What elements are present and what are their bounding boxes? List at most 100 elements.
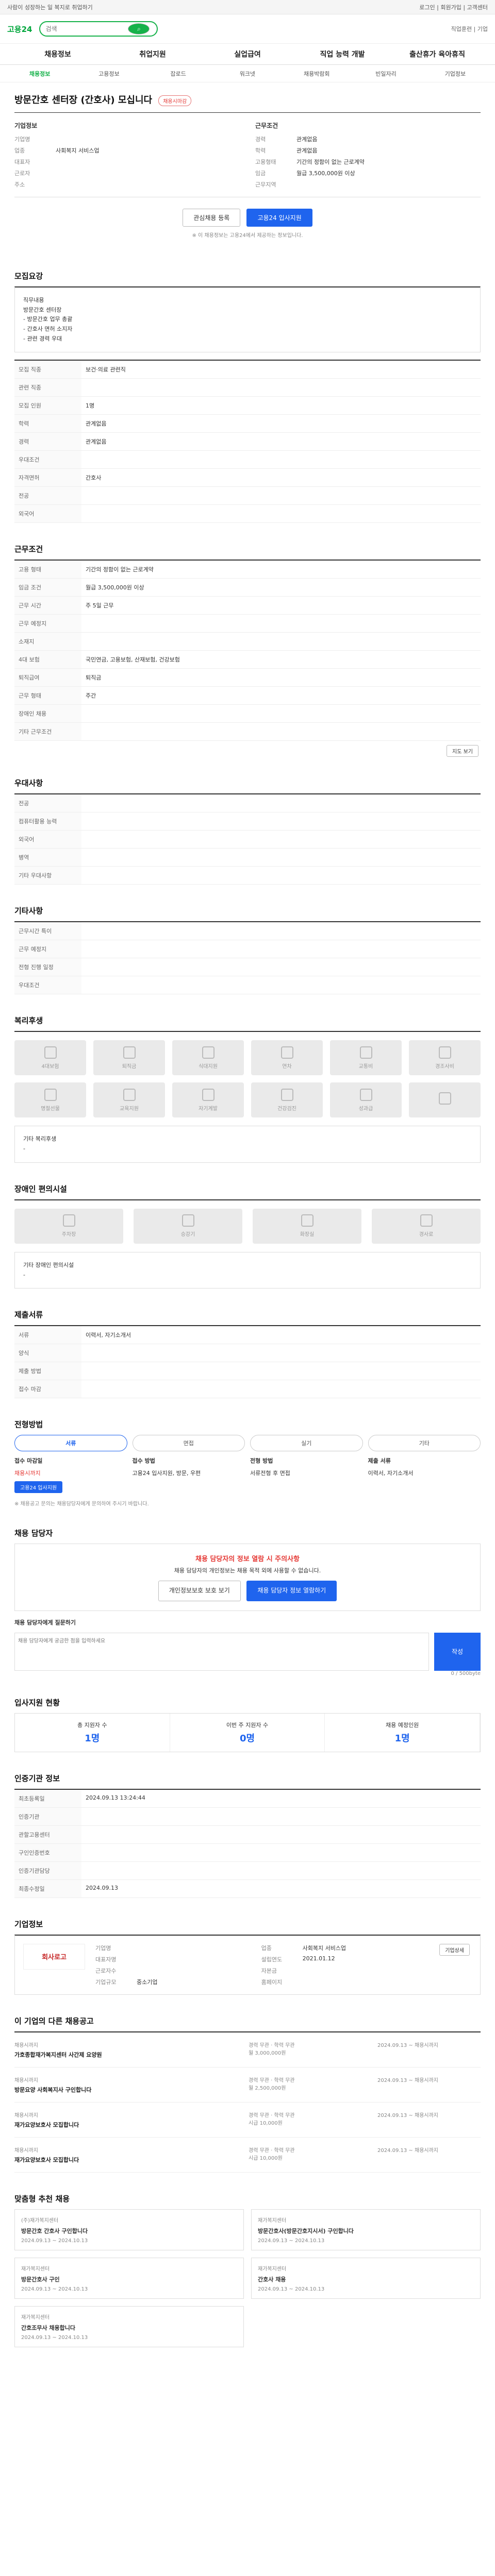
job-meta-col: 경력 무관 · 학력 무관 월 3,000,000원 <box>249 2041 372 2059</box>
welfare-icon <box>202 1046 214 1059</box>
subnav-item[interactable]: 채용박람회 <box>283 70 350 78</box>
recommend-card[interactable]: 재가복지센터 방문간호사(방문간호지시서) 구인합니다 2024.09.13 ~ 2… <box>251 2209 481 2250</box>
gnb-item[interactable]: 출산휴가 육아휴직 <box>390 49 485 59</box>
recommend-name[interactable]: 방문간호사 구인 <box>21 2275 237 2283</box>
job-name[interactable]: 재가요양보호사 모집합니다 <box>14 2121 243 2129</box>
welfare-label: 교육지원 <box>120 1106 139 1112</box>
recommend-card[interactable]: 재가복지센터 간호조무사 채용합니다 2024.09.13 ~ 2024.10.13 <box>14 2306 244 2347</box>
stat-value: 1명 <box>394 1733 410 1744</box>
method-col-title: 제출 서류 <box>368 1458 391 1465</box>
table-row: 우대조건 <box>14 976 481 995</box>
recommend-date: 2024.09.13 ~ 2024.10.13 <box>258 2238 325 2244</box>
table-row: 병역 <box>14 848 481 867</box>
search-icon[interactable]: ⌕ <box>128 23 150 35</box>
privacy-button[interactable]: 개인정보보호 보호 보기 <box>158 1581 241 1601</box>
recruit-line: 직무내용 <box>23 297 44 303</box>
field-value <box>137 1944 261 1952</box>
welfare-etc-value: - <box>23 1145 25 1153</box>
method-col-value: 고용24 입사지원, 방문, 우편 <box>132 1470 201 1477</box>
recommend-name[interactable]: 간호사 채용 <box>258 2275 474 2283</box>
job-item[interactable]: 채용시까지 재가요양보호사 모집합니다 경력 무관 · 학력 무관 시급 10,000… <box>14 2138 481 2173</box>
method-tab[interactable]: 면접 <box>132 1435 245 1452</box>
method-tab[interactable]: 서류 <box>14 1435 127 1452</box>
stat-value: 0명 <box>239 1733 255 1744</box>
field-value <box>81 848 481 867</box>
bookmark-button[interactable]: 관심채용 등록 <box>183 209 241 227</box>
job-meta: 경력 무관 · 학력 무관 <box>249 2112 295 2119</box>
field-label: 최초등록일 <box>14 1789 81 1808</box>
disability-tile: 승강기 <box>134 1208 242 1244</box>
qa-submit-button[interactable]: 작성 <box>434 1632 481 1671</box>
welfare-tiles: 4대보험 퇴직금 식대지원 연차 교통비 경조사비 명절선물 교육지원 자기계발 건강검진 성과급 <box>14 1031 481 1126</box>
stat-label: 이번 주 지원자 수 <box>226 1721 269 1728</box>
disability-etc-value: - <box>23 1271 25 1278</box>
section-title: 인증기관 정보 <box>14 1773 60 1783</box>
welfare-tile: 명절선물 <box>14 1082 86 1118</box>
job-name[interactable]: 가호종합재가복지센터 사간제 요양원 <box>14 2050 243 2059</box>
field-label: 인증기관 <box>14 1807 81 1826</box>
job-item[interactable]: 채용시까지 방문요양 사회복지사 구인합니다 경력 무관 · 학력 무관 월 2,50… <box>14 2067 481 2103</box>
field-label: 대표자명 <box>95 1956 117 1963</box>
field-label: 전공 <box>14 794 81 813</box>
recommend-name[interactable]: 간호조무사 채용합니다 <box>21 2324 237 2332</box>
facility-label: 경사로 <box>419 1232 434 1238</box>
notice-text: ※ 이 채용정보는 고용24에서 제공하는 정보입니다. <box>192 233 303 239</box>
gnb-item[interactable]: 채용정보 <box>10 49 105 59</box>
field-value <box>81 830 481 849</box>
field-value <box>81 1825 481 1844</box>
recruit-line: - 간호사 면허 소지자 <box>23 326 73 333</box>
facility-icon <box>301 1214 314 1227</box>
stat-item: 이번 주 지원자 수 0명 <box>170 1713 325 1752</box>
field-label: 소재지 <box>14 632 81 651</box>
header-right[interactable]: 직업훈련 | 기업 <box>451 25 488 33</box>
welfare-tile <box>409 1082 481 1118</box>
recommend-card[interactable]: (주)재가복지센터 방문간호 간호사 구인합니다 2024.09.13 ~ 2024… <box>14 2209 244 2250</box>
search-input[interactable] <box>45 25 126 32</box>
other-jobs: 채용시까지 가호종합재가복지센터 사간제 요양원 경력 무관 · 학력 무관 월 3,… <box>14 2031 481 2173</box>
method-apply-button[interactable]: 고용24 입사지원 <box>14 1481 63 1494</box>
company-detail-button[interactable]: 기업상세 <box>439 1943 470 1956</box>
qa-label: 채용 담당자에게 질문하기 <box>14 1619 76 1626</box>
disability-tile: 주차장 <box>14 1208 123 1244</box>
table-row: 관련 직종 <box>14 378 481 397</box>
recommend-card[interactable]: 재가복지센터 방문간호사 구인 2024.09.13 ~ 2024.10.13 <box>14 2257 244 2299</box>
method-notes: ※ 채용공고 문의는 채용담당자에게 문의하여 주시기 바랍니다. <box>14 1501 149 1507</box>
apply-button[interactable]: 고용24 입사지원 <box>246 209 312 227</box>
table-row: 전공 <box>14 794 481 813</box>
method-tab[interactable]: 기타 <box>368 1435 481 1452</box>
field-label: 구인인증번호 <box>14 1843 81 1862</box>
map-button[interactable]: 지도 보기 <box>447 745 478 757</box>
subnav-item[interactable]: 워크넷 <box>214 70 281 78</box>
qa-input[interactable] <box>14 1632 429 1671</box>
recruit-line: - 관련 경력 우대 <box>23 335 62 342</box>
job-item[interactable]: 채용시까지 가호종합재가복지센터 사간제 요양원 경력 무관 · 학력 무관 월 3,… <box>14 2032 481 2067</box>
gnb-item[interactable]: 실업급여 <box>200 49 295 59</box>
job-item[interactable]: 채용시까지 재가요양보호사 모집합니다 경력 무관 · 학력 무관 시급 10,000… <box>14 2103 481 2138</box>
field-label: 최종수정일 <box>14 1879 81 1898</box>
job-main: 채용시까지 재가요양보호사 모집합니다 <box>14 2146 243 2164</box>
table-row: 서류 이력서, 자기소개서 <box>14 1326 481 1345</box>
gnb-item[interactable]: 직업 능력 개발 <box>295 49 390 59</box>
recommend-name[interactable]: 방문간호사(방문간호지시서) 구인합니다 <box>258 2227 474 2235</box>
topbar-right[interactable]: 로그인 | 회원가입 | 고객센터 <box>419 3 488 11</box>
section-title: 장애인 편의시설 <box>14 1184 67 1194</box>
gnb-item[interactable]: 취업지원 <box>105 49 200 59</box>
recommend-name[interactable]: 방문간호 간호사 구인합니다 <box>21 2227 237 2235</box>
recommend-card[interactable]: 재가복지센터 간호사 채용 2024.09.13 ~ 2024.10.13 <box>251 2257 481 2299</box>
subnav-item[interactable]: 채용정보 <box>6 70 73 78</box>
table-row: 인증기관담당 <box>14 1861 481 1880</box>
welfare-label: 식대지원 <box>199 1063 218 1070</box>
company-section: 기업정보 회사로고 기업명 업종 사회복지 서비스업 대표자명 설립연도 2021.01.… <box>14 1898 481 1995</box>
table-row: 퇴직급여 퇴직금 <box>14 668 481 687</box>
method-section: 전형방법 서류 면접 실기 기타 접수 마감일 채용시까지 고용24 입사지원 접수 방법 고… <box>14 1398 481 1507</box>
method-tab[interactable]: 실기 <box>250 1435 363 1452</box>
subnav-item[interactable]: 기업정보 <box>422 70 489 78</box>
logo[interactable]: 고용24 <box>7 24 32 35</box>
subnav-item[interactable]: 잡로드 <box>145 70 212 78</box>
field-label: 관할고용센터 <box>14 1825 81 1844</box>
subnav-item[interactable]: 고용정보 <box>75 70 142 78</box>
subnav-item[interactable]: 빈일자리 <box>352 70 419 78</box>
view-contact-button[interactable]: 채용 담당자 정보 열람하기 <box>246 1581 337 1601</box>
job-name[interactable]: 방문요양 사회복지사 구인합니다 <box>14 2086 243 2094</box>
job-name[interactable]: 재가요양보호사 모집합니다 <box>14 2156 243 2164</box>
